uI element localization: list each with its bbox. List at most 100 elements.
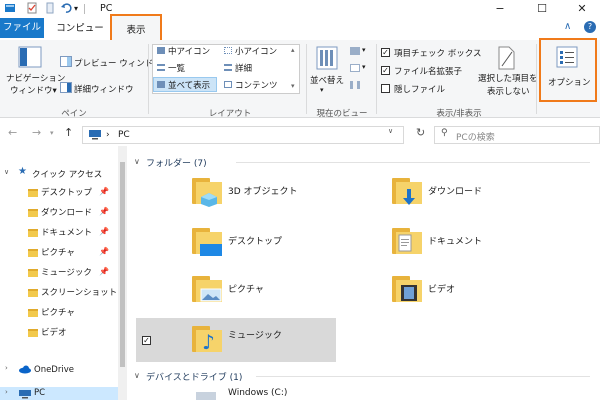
help-icon[interactable]: ? (584, 21, 596, 33)
folders-collapse-icon[interactable]: ∨ (134, 157, 140, 166)
nav-item-label: スクリーンショット (41, 288, 118, 298)
add-columns-caret[interactable]: ▾ (362, 63, 366, 71)
nav-item-screenshots[interactable]: スクリーンショット (28, 286, 117, 302)
layout-details[interactable]: 詳細 (235, 62, 252, 74)
nav-item-documents[interactable]: ドキュメント (28, 226, 92, 242)
pin-icon[interactable]: 📌 (99, 247, 109, 256)
layout-list[interactable]: 一覧 (168, 62, 185, 74)
drive-icon[interactable] (196, 392, 216, 400)
nav-item-label: ピクチャ (41, 308, 75, 318)
sort-by-caret[interactable]: ▾ (320, 86, 324, 94)
download-arrow-icon (403, 189, 415, 205)
drive-label[interactable]: Windows (C:) (228, 388, 287, 398)
desktop-screen-icon (200, 244, 222, 256)
hidden-items-label[interactable]: 隠しファイル (394, 83, 445, 95)
options-label: オプション (548, 78, 591, 88)
undo-icon[interactable] (60, 2, 72, 14)
forward-arrow-icon[interactable]: → (32, 126, 41, 139)
hidden-items-checkbox[interactable] (381, 84, 390, 93)
quick-access-expand-icon[interactable]: ∨ (4, 168, 9, 184)
drives-collapse-icon[interactable]: ∨ (134, 371, 140, 380)
folder-label: デスクトップ (228, 237, 283, 247)
item-select-checkbox[interactable]: ✓ (142, 336, 151, 345)
nav-scrollbar-thumb[interactable] (120, 162, 125, 367)
nav-item-label: ピクチャ (41, 248, 75, 258)
address-dropdown-icon[interactable]: ∨ (388, 127, 393, 135)
tab-file[interactable]: ファイル (0, 18, 44, 38)
nav-item-videos[interactable]: ビデオ (28, 326, 67, 342)
tab-computer[interactable]: コンピューター (52, 20, 108, 52)
hide-selected-label-1[interactable]: 選択した項目を (478, 72, 538, 84)
nav-item-downloads[interactable]: ダウンロード (28, 206, 92, 222)
options-icon (556, 46, 578, 68)
section-divider (236, 162, 590, 163)
preview-pane-icon[interactable] (60, 56, 72, 67)
hide-selected-icon[interactable] (496, 46, 516, 70)
file-extensions-label[interactable]: ファイル名拡張子 (394, 65, 462, 77)
folder-icon (28, 228, 38, 237)
collapse-ribbon-icon[interactable]: ∧ (564, 21, 571, 32)
nav-item-music[interactable]: ミュージック (28, 266, 92, 282)
back-arrow-icon[interactable]: ← (8, 126, 17, 139)
pin-icon[interactable]: 📌 (99, 227, 109, 236)
file-extensions-checkbox[interactable]: ✓ (381, 66, 390, 75)
pin-icon[interactable]: 📌 (99, 267, 109, 276)
close-button[interactable]: ✕ (562, 0, 600, 18)
layout-group-label: レイアウト (208, 109, 252, 119)
nav-item-pictures-2[interactable]: ピクチャ (28, 306, 75, 322)
properties-icon[interactable] (26, 2, 38, 14)
new-folder-icon[interactable] (44, 2, 56, 14)
layout-scroll-up-icon[interactable]: ▴ (291, 46, 295, 54)
group-by-icon[interactable] (350, 47, 360, 55)
details-pane-icon[interactable] (60, 82, 72, 93)
tiles-icon (157, 81, 165, 88)
nav-item-label: ドキュメント (41, 228, 93, 238)
folder-label: ダウンロード (428, 187, 483, 197)
navigation-pane-icon[interactable] (18, 46, 42, 68)
nav-item-pictures[interactable]: ピクチャ (28, 246, 75, 262)
layout-tiles[interactable]: 並べて表示 (168, 79, 210, 91)
ribbon-divider (376, 44, 377, 114)
minimize-button[interactable]: − (480, 0, 520, 18)
refresh-icon[interactable]: ↻ (416, 126, 425, 139)
up-arrow-icon[interactable]: ↑ (64, 126, 73, 139)
layout-medium-icons[interactable]: 中アイコン (168, 45, 210, 57)
folders-header[interactable]: フォルダー (7) (146, 156, 207, 169)
hide-selected-label-2[interactable]: 表示しない (487, 85, 530, 97)
pin-icon[interactable]: 📌 (99, 207, 109, 216)
folder-icon (28, 328, 38, 337)
maximize-button[interactable]: ☐ (522, 0, 562, 18)
layout-small-icons[interactable]: 小アイコン (235, 45, 277, 57)
nav-item-label: ダウンロード (41, 208, 93, 218)
folder-label: ドキュメント (428, 237, 483, 247)
pc-expand-icon[interactable]: › (5, 388, 8, 400)
drives-header[interactable]: デバイスとドライブ (1) (146, 370, 242, 383)
item-checkboxes-checkbox[interactable]: ✓ (381, 48, 390, 57)
layout-content[interactable]: コンテンツ (235, 79, 278, 91)
navigation-pane-label-1: ナビゲーション (6, 74, 66, 84)
nav-item-label: デスクトップ (41, 188, 93, 198)
address-path[interactable]: PC (118, 130, 130, 140)
item-checkboxes-label[interactable]: 項目チェック ボックス (394, 47, 481, 59)
ribbon-divider (306, 44, 307, 114)
layout-more-icon[interactable]: ▾ (291, 82, 295, 90)
navigation-pane-label-2[interactable]: ウィンドウ▾ (10, 84, 57, 96)
size-columns-icon[interactable] (350, 81, 360, 89)
document-icon (398, 234, 412, 252)
nav-pc[interactable]: PC (34, 388, 45, 400)
pin-icon[interactable]: 📌 (99, 187, 109, 196)
folder-label: ミュージック (228, 331, 282, 341)
sort-by-button[interactable]: 並べ替え (310, 74, 344, 86)
recent-locations-icon[interactable]: ▾ (50, 129, 54, 137)
address-bar[interactable] (82, 126, 404, 144)
search-icon: ⚲ (441, 128, 448, 138)
nav-item-desktop[interactable]: デスクトップ (28, 186, 92, 202)
details-pane-button[interactable]: 詳細ウィンドウ (74, 83, 134, 95)
nav-quick-access[interactable]: クイック アクセス (32, 168, 102, 184)
nav-onedrive[interactable]: OneDrive (34, 365, 74, 381)
onedrive-expand-icon[interactable]: › (5, 364, 8, 380)
medium-icons-icon (157, 47, 165, 54)
group-by-caret[interactable]: ▾ (362, 46, 366, 54)
add-columns-icon[interactable] (350, 64, 360, 72)
sort-by-icon[interactable] (316, 46, 338, 70)
